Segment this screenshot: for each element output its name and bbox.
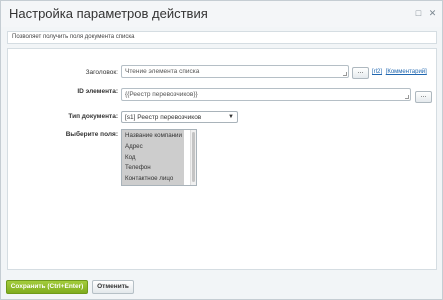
doc-type-label: Тип документа:	[68, 113, 118, 120]
dialog-title: Настройка параметров действия	[9, 6, 208, 21]
scrollbar-thumb[interactable]	[192, 132, 195, 182]
element-id-input[interactable]: {{Реестр перевозчиков}}	[121, 88, 411, 101]
select-fields-label: Выберите поля:	[65, 131, 118, 138]
dialog-titlebar[interactable]: Настройка параметров действия □ ✕	[1, 1, 442, 27]
list-item[interactable]: Название компании	[122, 130, 184, 141]
header-dots-button[interactable]: ...	[352, 67, 369, 79]
fields-options: Название компании Адрес Код Телефон Конт…	[122, 130, 184, 185]
doc-type-select[interactable]: [s1] Реестр перевозчиков ▼	[121, 111, 238, 123]
header-input-value: Чтение элемента списка	[125, 68, 200, 75]
resize-handle-icon[interactable]	[343, 72, 347, 76]
description-bar: Позволяет получить поля документа списка	[7, 31, 437, 44]
header-input[interactable]: Чтение элемента списка	[121, 65, 349, 78]
action-settings-dialog: Настройка параметров действия □ ✕ Позвол…	[0, 0, 443, 300]
minimize-icon[interactable]: □	[414, 9, 423, 18]
comment-link[interactable]: [Комментарий]	[386, 69, 427, 75]
listbox-scrollbar[interactable]	[190, 130, 196, 185]
element-id-dots-button[interactable]: ...	[415, 91, 432, 103]
list-item[interactable]: Код	[122, 152, 184, 163]
close-icon[interactable]: ✕	[428, 9, 437, 18]
doc-type-select-value: [s1] Реестр перевозчиков	[125, 114, 202, 121]
cancel-button[interactable]: Отменить	[92, 280, 134, 294]
list-item[interactable]: Адрес	[122, 141, 184, 152]
resize-handle-icon[interactable]	[405, 95, 409, 99]
dialog-footer: Сохранить (Ctrl+Enter) Отменить	[1, 277, 442, 299]
chevron-down-icon: ▼	[228, 114, 234, 120]
id-link[interactable]: [rl2]	[372, 69, 382, 75]
save-button[interactable]: Сохранить (Ctrl+Enter)	[6, 280, 88, 294]
header-links: [rl2] [Комментарий]	[372, 69, 427, 75]
settings-form: Заголовок: Чтение элемента списка ... [r…	[7, 48, 437, 270]
element-id-input-value: {{Реестр перевозчиков}}	[125, 91, 198, 98]
element-id-label: ID элемента:	[77, 88, 118, 95]
description-text: Позволяет получить поля документа списка	[12, 34, 135, 40]
list-item[interactable]: Телефон	[122, 162, 184, 173]
list-item[interactable]: Контактное лицо	[122, 173, 184, 184]
header-label: Заголовок:	[85, 69, 118, 76]
fields-multiselect[interactable]: Название компании Адрес Код Телефон Конт…	[121, 129, 197, 186]
